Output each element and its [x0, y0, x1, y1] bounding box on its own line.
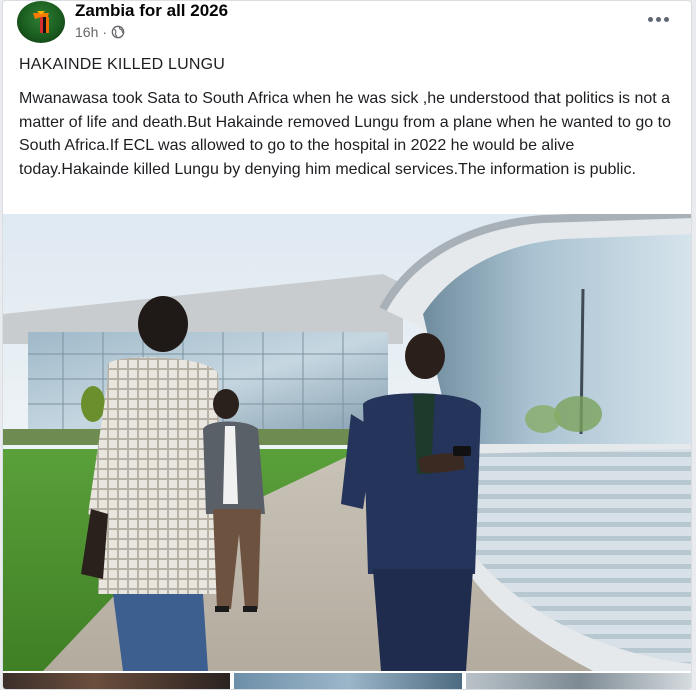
- more-horizontal-icon: [663, 16, 669, 22]
- post-timestamp[interactable]: 16h: [75, 23, 98, 41]
- post-photo[interactable]: [3, 214, 691, 671]
- page-name-link[interactable]: Zambia for all 2026: [75, 1, 228, 21]
- post-card: Zambia for all 2026 16h · HAKAINDE KILLE…: [2, 0, 692, 690]
- globe-icon[interactable]: [111, 25, 125, 39]
- page-avatar[interactable]: [17, 1, 65, 43]
- flag-avatar-icon: [33, 11, 49, 33]
- post-header: Zambia for all 2026 16h ·: [3, 1, 691, 47]
- thumbnail-3[interactable]: [465, 673, 691, 689]
- post-title: HAKAINDE KILLED LUNGU: [19, 56, 226, 73]
- more-horizontal-icon: [647, 16, 653, 22]
- more-options-button[interactable]: [643, 7, 673, 31]
- thumbnail-1[interactable]: [3, 673, 231, 689]
- post-meta: 16h ·: [75, 23, 125, 41]
- post-text: Mwanawasa took Sata to South Africa when…: [19, 90, 671, 178]
- post-photo-illustration: [3, 214, 691, 671]
- more-horizontal-icon: [655, 16, 661, 22]
- meta-separator: ·: [102, 24, 108, 40]
- thumbnail-2[interactable]: [234, 673, 462, 689]
- photo-thumbnails: [3, 673, 691, 689]
